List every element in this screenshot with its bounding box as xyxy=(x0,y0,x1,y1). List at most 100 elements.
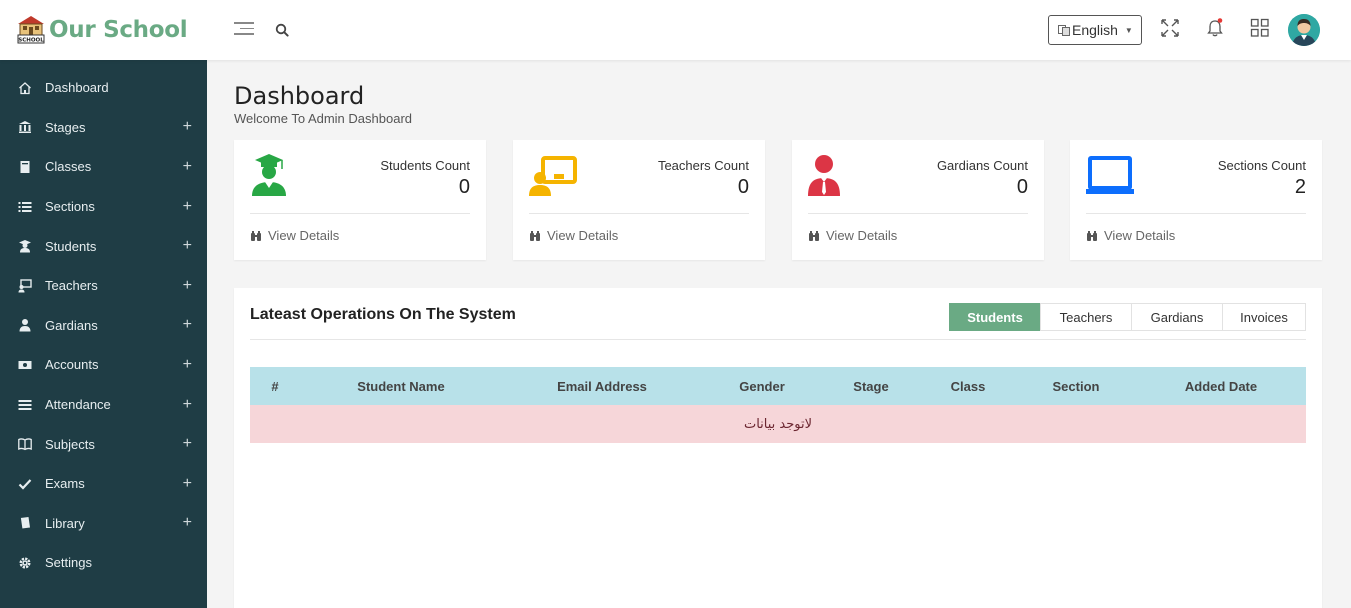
tab-invoices[interactable]: Invoices xyxy=(1222,303,1306,331)
tab-students[interactable]: Students xyxy=(949,303,1041,331)
avatar[interactable] xyxy=(1288,14,1320,46)
app-name: Our School xyxy=(49,17,188,43)
menu-toggle-button[interactable] xyxy=(234,22,254,38)
sidebar-item-dashboard[interactable]: Dashboard xyxy=(0,68,207,108)
column-header-student-name[interactable]: Student Name xyxy=(300,379,502,394)
expand-plus-icon[interactable]: + xyxy=(183,198,192,216)
column-header-index[interactable]: # xyxy=(250,379,300,394)
students-table: # Student Name Email Address Gender Stag… xyxy=(250,367,1306,443)
expand-plus-icon[interactable]: + xyxy=(183,118,192,136)
panel-divider xyxy=(250,339,1306,340)
list-icon xyxy=(18,399,32,410)
page-subtitle: Welcome To Admin Dashboard xyxy=(234,111,413,126)
card-divider xyxy=(250,213,470,214)
book-icon xyxy=(20,517,30,529)
expand-plus-icon[interactable]: + xyxy=(183,435,192,453)
sidebar-item-label: Library xyxy=(45,515,85,531)
sidebar-item-sections[interactable]: Sections + xyxy=(0,187,207,227)
card-divider xyxy=(529,213,749,214)
view-details-link[interactable]: View Details xyxy=(808,228,897,243)
app-logo[interactable]: SCHOOL Our School xyxy=(17,15,188,45)
panel-title: Lateast Operations On The System xyxy=(250,306,516,323)
card-count: 0 xyxy=(737,176,749,198)
sidebar-item-library[interactable]: Library + xyxy=(0,504,207,544)
sidebar-item-teachers[interactable]: Teachers + xyxy=(0,266,207,306)
sidebar-item-attendance[interactable]: Attendance + xyxy=(0,385,207,425)
bell-icon[interactable] xyxy=(1205,18,1225,38)
view-details-label: View Details xyxy=(1104,228,1176,243)
card-label: Gardians Count xyxy=(936,158,1028,173)
card-count: 2 xyxy=(1294,176,1306,198)
fullscreen-icon[interactable] xyxy=(1160,18,1180,38)
binoculars-icon xyxy=(1087,230,1097,241)
building-icon xyxy=(19,121,31,134)
students-count-card: Students Count 0 View Details xyxy=(234,140,486,260)
teacher-board-icon xyxy=(529,156,577,196)
sidebar-item-settings[interactable]: Settings xyxy=(0,543,207,583)
teachers-count-card: Teachers Count 0 View Details xyxy=(513,140,765,260)
caret-down-icon: ▼ xyxy=(1124,25,1133,35)
view-details-link[interactable]: View Details xyxy=(529,228,618,243)
view-details-label: View Details xyxy=(826,228,898,243)
search-icon[interactable] xyxy=(275,23,289,37)
sidebar-item-classes[interactable]: Classes + xyxy=(0,147,207,187)
empty-table-message: لاتوجد بيانات xyxy=(250,405,1306,443)
apps-grid-icon[interactable] xyxy=(1250,18,1270,38)
binoculars-icon xyxy=(530,230,540,241)
translate-icon xyxy=(1058,25,1070,36)
expand-plus-icon[interactable]: + xyxy=(183,475,192,493)
sidebar-item-stages[interactable]: Stages + xyxy=(0,108,207,148)
card-count: 0 xyxy=(1016,176,1028,198)
expand-plus-icon[interactable]: + xyxy=(183,277,192,295)
list-icon xyxy=(18,201,32,212)
view-details-label: View Details xyxy=(268,228,340,243)
sidebar-item-students[interactable]: Students + xyxy=(0,226,207,266)
card-divider xyxy=(808,213,1028,214)
user-icon xyxy=(19,319,31,332)
sidebar-item-label: Stages xyxy=(45,119,86,135)
sidebar-item-subjects[interactable]: Subjects + xyxy=(0,424,207,464)
language-dropdown[interactable]: English ▼ xyxy=(1048,15,1142,45)
sidebar-item-label: Classes xyxy=(45,159,92,175)
sidebar-item-label: Exams xyxy=(45,476,85,492)
language-label: English xyxy=(1072,22,1118,38)
person-tie-icon xyxy=(808,155,840,196)
sidebar-item-accounts[interactable]: Accounts + xyxy=(0,345,207,385)
column-header-gender[interactable]: Gender xyxy=(702,379,822,394)
card-label: Teachers Count xyxy=(657,158,749,173)
book-icon xyxy=(20,160,30,173)
user-avatar-icon xyxy=(1288,14,1320,46)
sidebar-item-label: Students xyxy=(45,238,97,254)
expand-plus-icon[interactable]: + xyxy=(183,237,192,255)
latest-operations-panel: Lateast Operations On The System Student… xyxy=(234,288,1322,608)
expand-plus-icon[interactable]: + xyxy=(183,396,192,414)
column-header-stage[interactable]: Stage xyxy=(822,379,920,394)
column-header-email[interactable]: Email Address xyxy=(502,379,702,394)
sidebar-item-label: Teachers xyxy=(45,278,98,294)
expand-plus-icon[interactable]: + xyxy=(183,356,192,374)
expand-plus-icon[interactable]: + xyxy=(183,514,192,532)
sidebar-item-label: Subjects xyxy=(45,436,95,452)
column-header-section[interactable]: Section xyxy=(1016,379,1136,394)
tab-gardians[interactable]: Gardians xyxy=(1131,303,1223,331)
sidebar-item-label: Sections xyxy=(45,199,95,215)
expand-plus-icon[interactable]: + xyxy=(183,158,192,176)
column-header-added-date[interactable]: Added Date xyxy=(1136,379,1306,394)
binoculars-icon xyxy=(251,230,261,241)
sidebar-item-label: Attendance xyxy=(45,397,111,413)
check-icon xyxy=(18,478,32,490)
teacher-icon xyxy=(18,279,32,293)
top-bar: SCHOOL Our School English ▼ xyxy=(0,0,1351,60)
sidebar-item-label: Settings xyxy=(45,555,92,571)
tab-teachers[interactable]: Teachers xyxy=(1040,303,1132,331)
page-title: Dashboard xyxy=(234,82,365,110)
view-details-label: View Details xyxy=(547,228,619,243)
view-details-link[interactable]: View Details xyxy=(250,228,339,243)
view-details-link[interactable]: View Details xyxy=(1086,228,1175,243)
binoculars-icon xyxy=(809,230,819,241)
column-header-class[interactable]: Class xyxy=(920,379,1016,394)
card-count: 0 xyxy=(458,176,470,198)
expand-plus-icon[interactable]: + xyxy=(183,316,192,334)
sidebar-item-gardians[interactable]: Gardians + xyxy=(0,306,207,346)
sidebar-item-exams[interactable]: Exams + xyxy=(0,464,207,504)
